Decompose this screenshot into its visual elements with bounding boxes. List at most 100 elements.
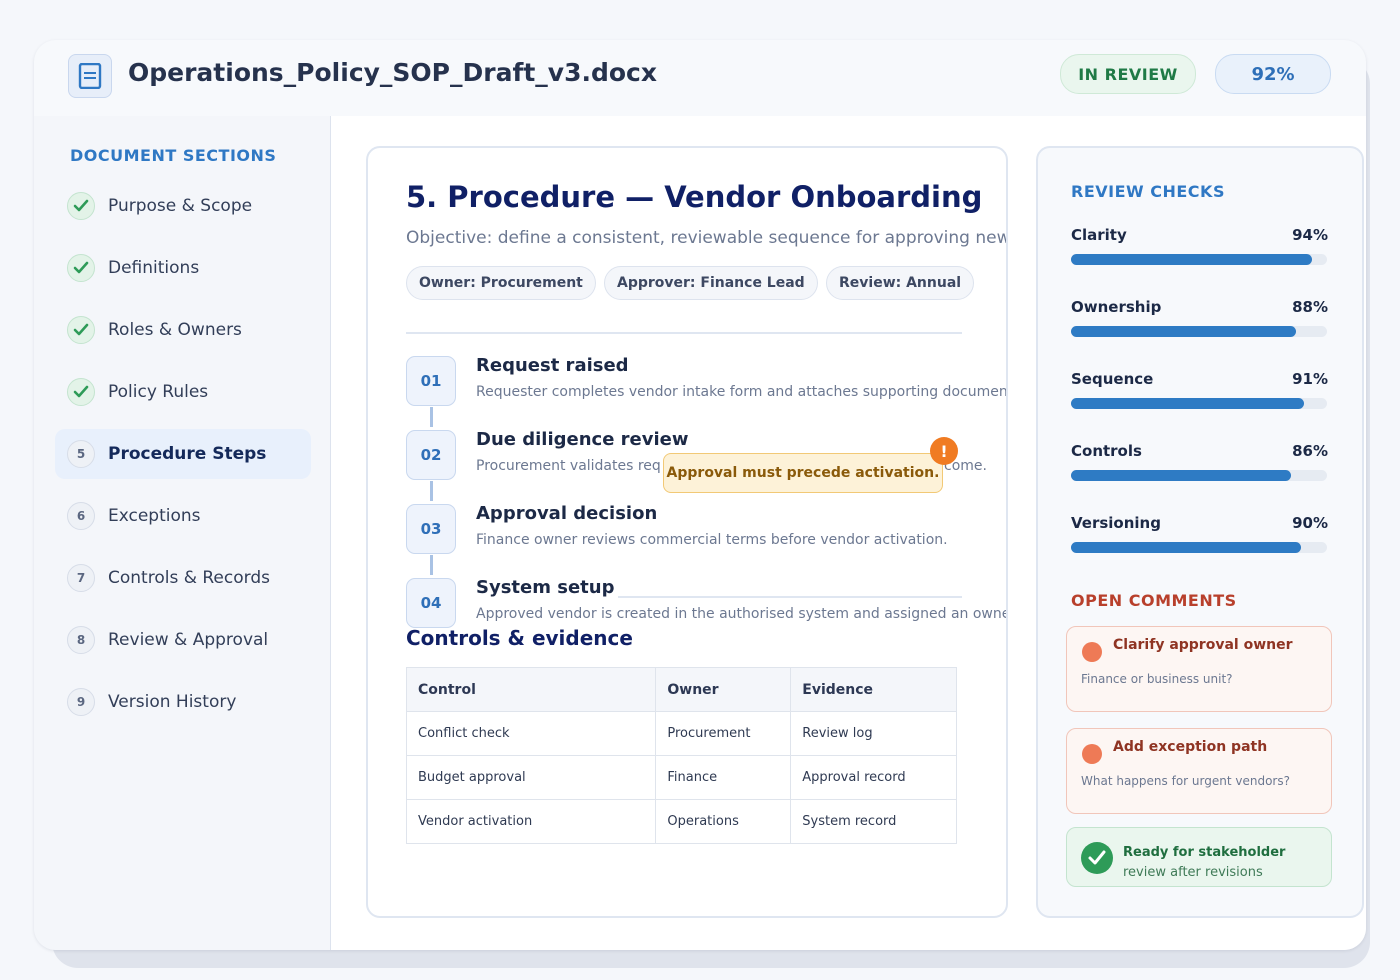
sidebar-title: DOCUMENT SECTIONS xyxy=(70,146,277,165)
table-cell: System record xyxy=(790,799,957,844)
sidebar-item-version-history[interactable]: 9 Version History xyxy=(55,677,311,727)
table-row: Vendor activation Operations System reco… xyxy=(405,799,957,844)
sidebar-item-label: Roles & Owners xyxy=(108,320,242,340)
table-cell: Finance xyxy=(655,755,792,800)
sidebar-item-purpose-scope[interactable]: Purpose & Scope xyxy=(55,181,311,231)
section-number: 8 xyxy=(67,626,95,654)
step-connector xyxy=(430,555,433,575)
table-row: Conflict check Procurement Review log xyxy=(405,711,957,756)
check-label: Ownership xyxy=(1071,298,1162,316)
check-progress-fill xyxy=(1071,254,1312,265)
column-header: Control xyxy=(405,667,657,712)
sidebar-item-definitions[interactable]: Definitions xyxy=(55,243,311,293)
check-circle-icon xyxy=(1081,842,1113,874)
sidebar: DOCUMENT SECTIONS Purpose & Scope Defini… xyxy=(34,116,331,950)
table-cell: Procurement xyxy=(655,711,792,756)
check-value: 94% xyxy=(1292,226,1328,244)
sidebar-item-label: Controls & Records xyxy=(108,568,270,588)
check-label: Controls xyxy=(1071,442,1142,460)
score-badge: 92% xyxy=(1215,54,1331,94)
section-number: 5 xyxy=(67,440,95,468)
check-progress-bar xyxy=(1071,326,1327,337)
section-number: 9 xyxy=(67,688,95,716)
step-connector xyxy=(430,481,433,501)
approval-callout: Approval must precede activation. xyxy=(663,453,943,493)
document-content-card: 5. Procedure — Vendor Onboarding Objecti… xyxy=(366,146,1008,918)
step-description: Requester completes vendor intake form a… xyxy=(476,384,1008,400)
step-title: System setup xyxy=(476,577,615,598)
ready-title: Ready for stakeholder xyxy=(1123,845,1286,860)
table-cell: Review log xyxy=(790,711,957,756)
step-title: Approval decision xyxy=(476,503,658,524)
check-progress-bar xyxy=(1071,542,1327,553)
step-number: 02 xyxy=(406,430,456,480)
check-progress-fill xyxy=(1071,542,1302,553)
sidebar-item-label: Procedure Steps xyxy=(108,444,267,464)
sidebar-item-procedure-steps[interactable]: 5 Procedure Steps xyxy=(55,429,311,479)
app-window: Operations_Policy_SOP_Draft_v3.docx IN R… xyxy=(34,40,1366,950)
table-cell: Approval record xyxy=(790,755,957,800)
check-label: Clarity xyxy=(1071,226,1127,244)
check-progress-fill xyxy=(1071,398,1304,409)
check-icon xyxy=(67,316,95,344)
comment-text: What happens for urgent vendors? xyxy=(1081,774,1290,788)
sidebar-item-label: Purpose & Scope xyxy=(108,196,253,216)
sidebar-item-label: Exceptions xyxy=(108,506,201,526)
approver-chip[interactable]: Approver: Finance Lead xyxy=(604,266,818,300)
step-connector xyxy=(430,407,433,427)
section-number: 6 xyxy=(67,502,95,530)
comment-title: Clarify approval owner xyxy=(1113,637,1293,653)
open-comments-title: OPEN COMMENTS xyxy=(1071,591,1237,610)
column-header: Owner xyxy=(655,667,792,712)
check-progress-fill xyxy=(1071,326,1297,337)
check-value: 88% xyxy=(1292,298,1328,316)
sidebar-item-label: Version History xyxy=(108,692,237,712)
comment-card[interactable]: Clarify approval owner Finance or busine… xyxy=(1066,626,1332,712)
sidebar-item-policy-rules[interactable]: Policy Rules xyxy=(55,367,311,417)
controls-heading: Controls & evidence xyxy=(406,626,633,650)
table-cell: Conflict check xyxy=(405,711,657,756)
comment-text: Finance or business unit? xyxy=(1081,672,1233,686)
divider xyxy=(406,332,962,334)
check-label: Sequence xyxy=(1071,370,1154,388)
divider xyxy=(618,596,962,598)
table-header-row: Control Owner Evidence xyxy=(405,667,957,712)
step-title: Request raised xyxy=(476,355,629,376)
check-icon xyxy=(67,192,95,220)
step-description: Finance owner reviews commercial terms b… xyxy=(476,532,948,548)
check-icon xyxy=(67,378,95,406)
step-number: 03 xyxy=(406,504,456,554)
review-panel: REVIEW CHECKS Clarity 94% Ownership 88% … xyxy=(1036,146,1364,918)
check-value: 86% xyxy=(1292,442,1328,460)
step-number: 01 xyxy=(406,356,456,406)
comment-dot-icon xyxy=(1082,642,1102,662)
check-progress-bar xyxy=(1071,470,1327,481)
sidebar-item-review-approval[interactable]: 8 Review & Approval xyxy=(55,615,311,665)
sidebar-item-controls-records[interactable]: 7 Controls & Records xyxy=(55,553,311,603)
owner-chip[interactable]: Owner: Procurement xyxy=(406,266,596,300)
sidebar-item-label: Definitions xyxy=(108,258,200,278)
table-cell: Vendor activation xyxy=(405,799,657,844)
ready-status-card: Ready for stakeholder review after revis… xyxy=(1066,827,1332,887)
check-icon xyxy=(67,254,95,282)
comment-card[interactable]: Add exception path What happens for urge… xyxy=(1066,728,1332,814)
sidebar-item-exceptions[interactable]: 6 Exceptions xyxy=(55,491,311,541)
review-chip[interactable]: Review: Annual xyxy=(826,266,975,300)
ready-subtitle: review after revisions xyxy=(1123,865,1263,880)
section-title: 5. Procedure — Vendor Onboarding xyxy=(406,180,983,214)
check-progress-bar xyxy=(1071,398,1327,409)
sidebar-item-label: Policy Rules xyxy=(108,382,209,402)
status-badge: IN REVIEW xyxy=(1060,54,1196,94)
review-checks-title: REVIEW CHECKS xyxy=(1071,182,1225,201)
comment-title: Add exception path xyxy=(1113,739,1268,755)
step-description: Procurement validates req xyxy=(476,458,661,474)
alert-icon: ! xyxy=(930,437,958,465)
objective-text: Objective: define a consistent, reviewab… xyxy=(406,228,1008,248)
check-value: 91% xyxy=(1292,370,1328,388)
step-title: Due diligence review xyxy=(476,429,689,450)
document-icon xyxy=(68,54,112,98)
sidebar-item-roles-owners[interactable]: Roles & Owners xyxy=(55,305,311,355)
table-cell: Operations xyxy=(655,799,792,844)
header-bar: Operations_Policy_SOP_Draft_v3.docx IN R… xyxy=(34,40,1366,116)
table-cell: Budget approval xyxy=(405,755,657,800)
